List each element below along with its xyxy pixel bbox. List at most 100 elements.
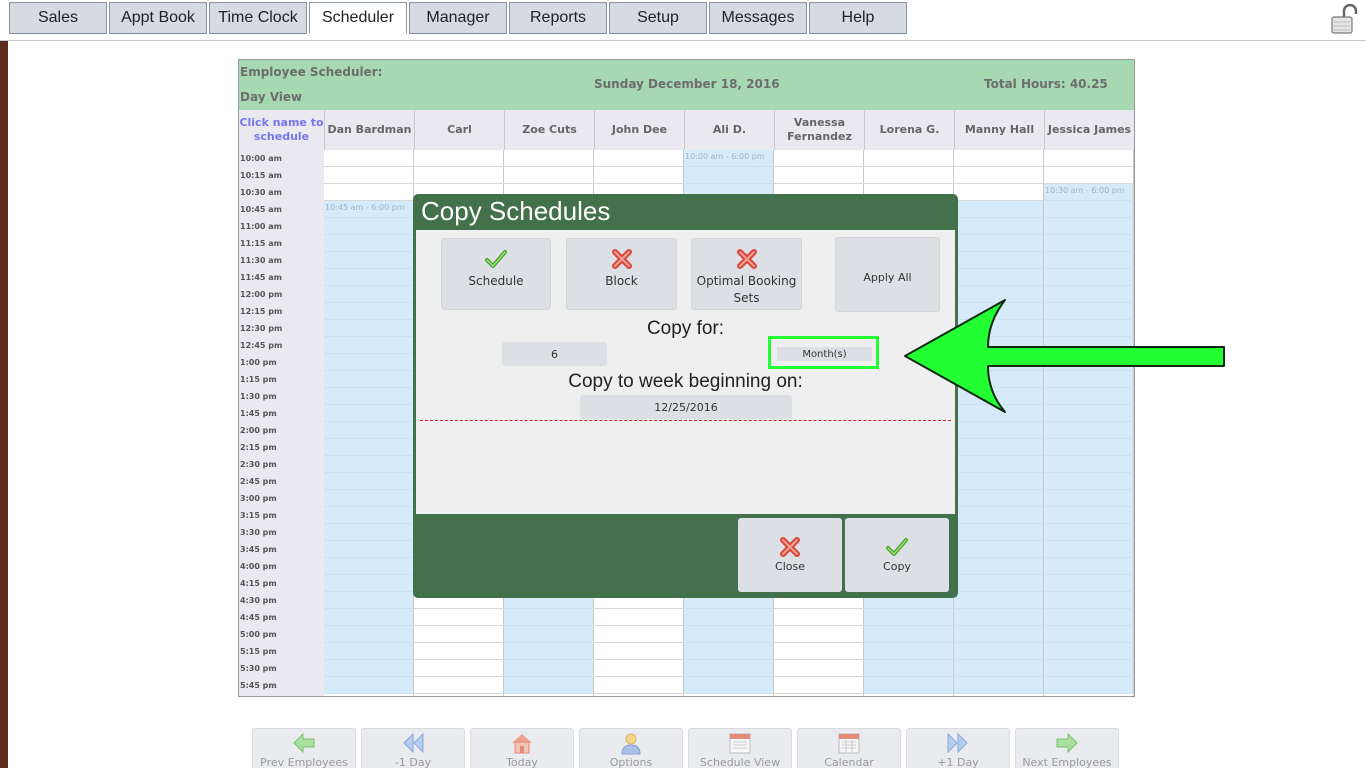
time-slot-label: 4:30 pm xyxy=(240,596,277,605)
double-chevron-left-icon xyxy=(403,732,424,754)
time-slot-label: 4:45 pm xyxy=(240,613,277,622)
tab-messages[interactable]: Messages xyxy=(709,2,807,34)
time-slot-label: 1:15 pm xyxy=(240,375,277,384)
time-slot-label: 5:15 pm xyxy=(240,647,277,656)
employee-name[interactable]: Vanessa Fernandez xyxy=(774,110,864,150)
checkmark-icon xyxy=(886,538,908,556)
copy-for-unit-highlight: Month(s) xyxy=(768,336,879,369)
time-slot-label: 3:45 pm xyxy=(240,545,277,554)
time-slot-label: 12:45 pm xyxy=(240,341,283,350)
employee-name[interactable]: Jessica James xyxy=(1044,110,1134,150)
employee-name[interactable]: Zoe Cuts xyxy=(504,110,594,150)
time-slot-label: 1:00 pm xyxy=(240,358,277,367)
scheduler-header: Employee Scheduler: Day View Sunday Dece… xyxy=(239,60,1134,110)
time-slot-label: 10:15 am xyxy=(240,171,282,180)
close-button[interactable]: Close xyxy=(738,518,842,592)
time-slot-label: 11:45 am xyxy=(240,273,282,282)
copy-to-label: Copy to week beginning on: xyxy=(568,371,803,392)
copy-to-date-input[interactable]: 12/25/2016 xyxy=(580,395,792,419)
minus-day-label: -1 Day xyxy=(394,756,432,769)
employee-name[interactable]: John Dee xyxy=(594,110,684,150)
arrow-right-icon xyxy=(1056,732,1078,754)
time-column: 10:00 am 10:15 am 10:30 am 10:45 am 11:00 am… xyxy=(239,150,324,696)
tab-setup[interactable]: Setup xyxy=(609,2,707,34)
time-slot-label: 4:00 pm xyxy=(240,562,277,571)
time-slot-label: 3:15 pm xyxy=(240,511,277,520)
today-label: Today xyxy=(506,756,538,769)
copy-for-quantity-input[interactable]: 6 xyxy=(502,342,607,366)
schedule-option-label: Schedule xyxy=(468,274,524,288)
time-slot-label: 10:00 am xyxy=(240,154,282,163)
time-slot-label: 5:00 pm xyxy=(240,630,277,639)
apply-all-button[interactable]: Apply All xyxy=(835,237,940,312)
main-tabs: Sales Appt Book Time Clock Scheduler Man… xyxy=(9,2,909,36)
checkmark-icon xyxy=(485,250,507,268)
time-slot-label: 2:30 pm xyxy=(240,460,277,469)
time-slot-label: 2:15 pm xyxy=(240,443,277,452)
schedule-option-button[interactable]: Schedule xyxy=(441,238,551,310)
time-slot-label: 2:45 pm xyxy=(240,477,277,486)
time-slot-label: 5:30 pm xyxy=(240,664,277,673)
tab-reports[interactable]: Reports xyxy=(509,2,607,34)
options-button[interactable]: Options xyxy=(579,728,683,769)
copy-button-label: Copy xyxy=(883,560,911,573)
plus-day-label: +1 Day xyxy=(937,756,979,769)
block-option-label: Block xyxy=(605,274,638,288)
minus-day-button[interactable]: -1 Day xyxy=(361,728,465,769)
time-slot-label: 2:00 pm xyxy=(240,426,277,435)
copy-button[interactable]: Copy xyxy=(845,518,949,592)
tab-appt-book[interactable]: Appt Book xyxy=(109,2,207,34)
tab-sales[interactable]: Sales xyxy=(9,2,107,34)
total-hours: Total Hours: 40.25 xyxy=(984,77,1108,91)
employee-name[interactable]: Carl xyxy=(414,110,504,150)
scheduler-view-label: Day View xyxy=(240,90,303,104)
tab-scheduler[interactable]: Scheduler xyxy=(309,2,407,34)
x-icon xyxy=(780,537,800,557)
dialog-body: Schedule Block Optimal Booking Sets Apply… xyxy=(416,230,955,514)
close-button-label: Close xyxy=(775,560,805,573)
shift-block[interactable]: 10:30 am - 6:00 pm xyxy=(1044,184,1133,694)
employee-name[interactable]: Lorena G. xyxy=(864,110,954,150)
time-slot-label: 11:15 am xyxy=(240,239,282,248)
employee-name[interactable]: Dan Bardman xyxy=(324,110,414,150)
time-slot-label: 10:45 am xyxy=(240,205,282,214)
user-icon xyxy=(621,733,641,755)
prev-employees-button[interactable]: Prev Employees xyxy=(252,728,356,769)
tab-help[interactable]: Help xyxy=(809,2,907,34)
plus-day-button[interactable]: +1 Day xyxy=(906,728,1010,769)
time-slot-label: 12:15 pm xyxy=(240,307,283,316)
home-icon xyxy=(512,734,532,754)
schedule-view-label: Schedule View xyxy=(699,756,781,769)
tab-time-clock[interactable]: Time Clock xyxy=(209,2,307,34)
shift-block[interactable]: 10:45 am - 6:00 pm xyxy=(324,201,413,694)
optimal-booking-sets-label: Optimal Booking Sets xyxy=(696,274,797,305)
apply-all-label: Apply All xyxy=(863,271,912,284)
next-employees-button[interactable]: Next Employees xyxy=(1015,728,1119,769)
today-button[interactable]: Today xyxy=(470,728,574,769)
employee-name[interactable]: Manny Hall xyxy=(954,110,1044,150)
schedule-view-button[interactable]: Schedule View xyxy=(688,728,792,769)
window-edge xyxy=(0,0,8,768)
employee-name[interactable]: Ali D. xyxy=(684,110,774,150)
calendar-icon xyxy=(838,733,860,754)
time-slot-label: 5:45 pm xyxy=(240,681,277,690)
options-label: Options xyxy=(609,756,653,769)
prev-employees-label: Prev Employees xyxy=(260,756,348,769)
tab-manager[interactable]: Manager xyxy=(409,2,507,34)
scheduler-date: Sunday December 18, 2016 xyxy=(594,77,780,91)
time-slot-label: 11:00 am xyxy=(240,222,282,231)
bottom-nav: Prev Employees -1 Day Today Options Sche… xyxy=(252,728,1124,769)
calendar-label: Calendar xyxy=(824,756,874,769)
unlock-icon[interactable] xyxy=(1330,4,1358,34)
calendar-icon xyxy=(729,733,751,754)
x-icon xyxy=(611,249,632,269)
copy-for-unit-select[interactable]: Month(s) xyxy=(777,347,872,361)
time-slot-label: 4:15 pm xyxy=(240,579,277,588)
top-bar: Sales Appt Book Time Clock Scheduler Man… xyxy=(0,0,1366,41)
calendar-button[interactable]: Calendar xyxy=(797,728,901,769)
time-slot-label: 11:30 am xyxy=(240,256,282,265)
optimal-booking-sets-button[interactable]: Optimal Booking Sets xyxy=(691,238,802,310)
block-option-button[interactable]: Block xyxy=(566,238,677,310)
click-name-hint: Click name to schedule xyxy=(239,110,324,150)
shift-block[interactable] xyxy=(954,201,1043,694)
